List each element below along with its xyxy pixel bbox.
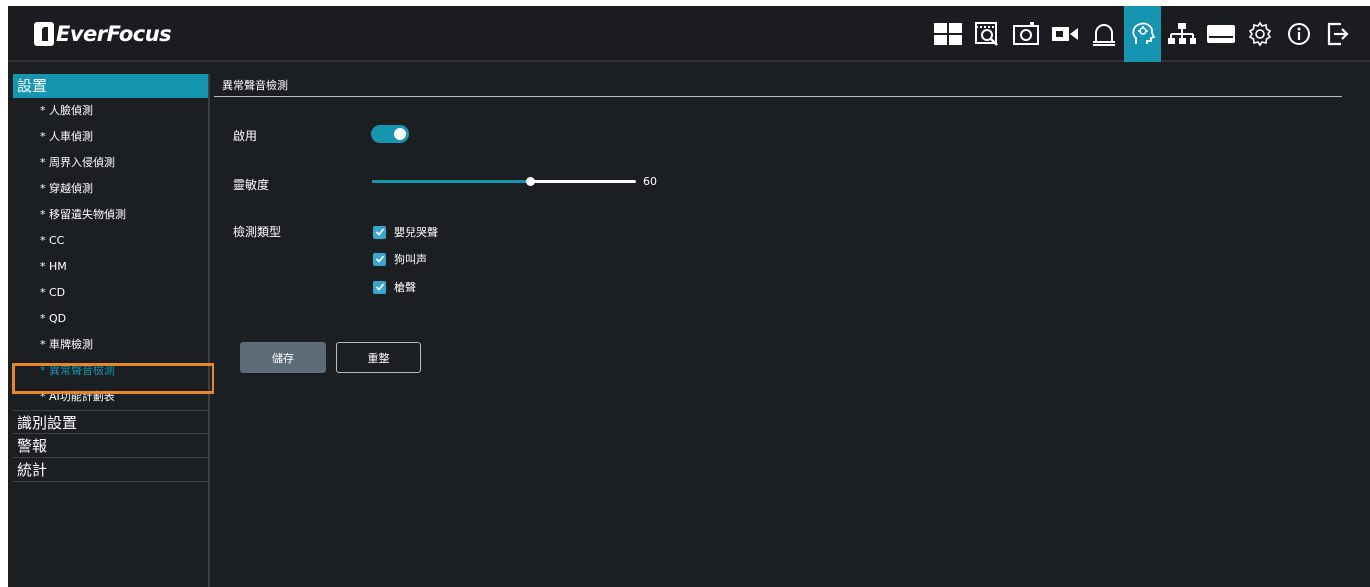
info-button[interactable] [1280, 6, 1317, 62]
sensitivity-slider[interactable] [372, 177, 636, 186]
checkbox-checked-icon[interactable] [373, 225, 386, 239]
sidebar-item-perimeter-intrusion[interactable]: * 周界入侵偵測 [13, 150, 208, 176]
storage-icon [1206, 25, 1235, 43]
detect-type-label: 檢測類型 [233, 225, 282, 239]
network-icon [1167, 23, 1196, 44]
info-icon [1287, 23, 1310, 45]
settings-gear-icon [1248, 21, 1271, 47]
enable-label: 啟用 [233, 129, 258, 143]
reset-button[interactable]: 重整 [336, 342, 421, 373]
ai-settings-button[interactable] [1124, 6, 1161, 62]
alarm-button[interactable] [1085, 6, 1122, 62]
layout-grid-icon [933, 23, 962, 45]
sidebar-group-alarm[interactable]: 警報 [13, 434, 208, 458]
sidebar-item-qd[interactable]: * QD [13, 306, 208, 332]
sidebar-group-settings[interactable]: 設置 [13, 74, 208, 98]
settings-button[interactable] [1241, 6, 1278, 62]
logout-icon [1327, 22, 1349, 46]
top-header: EverFocus [8, 6, 1370, 62]
save-button[interactable]: 儲存 [240, 342, 326, 373]
sidebar-item-license-plate[interactable]: * 車牌檢測 [13, 332, 208, 358]
toggle-knob [394, 128, 406, 140]
checkbox-label: 嬰兒哭聲 [394, 226, 438, 239]
sidebar-item-ai-schedule[interactable]: * AI功能計劃表 [13, 384, 208, 410]
snapshot-button[interactable] [1007, 6, 1044, 62]
checkbox-label: 狗叫声 [394, 253, 427, 266]
enable-toggle[interactable] [371, 125, 409, 143]
everfocus-logo-icon [34, 22, 54, 46]
sensitivity-label: 靈敏度 [233, 178, 270, 192]
storage-button[interactable] [1202, 6, 1239, 62]
playback-search-button[interactable] [968, 6, 1005, 62]
sidebar-item-line-crossing[interactable]: * 穿越偵測 [13, 176, 208, 202]
alarm-bell-icon [1092, 24, 1115, 46]
sidebar-item-cd[interactable]: * CD [13, 280, 208, 306]
main-toolbar [927, 6, 1356, 62]
playback-search-icon [974, 22, 998, 46]
brand-name: EverFocus [56, 22, 172, 46]
settings-sidebar: 設置 * 人臉偵測 * 人車偵測 * 周界入侵偵測 * 穿越偵測 * 移留遺失物… [13, 74, 210, 587]
checkbox-label: 槍聲 [394, 281, 416, 294]
sidebar-item-cc[interactable]: * CC [13, 228, 208, 254]
brand-logo: EverFocus [34, 21, 172, 47]
checkbox-baby-cry[interactable]: 嬰兒哭聲 [373, 224, 438, 240]
checkbox-gunshot[interactable]: 槍聲 [373, 279, 416, 295]
sidebar-group-recognition[interactable]: 識別設置 [13, 410, 208, 434]
sidebar-item-abnormal-sound[interactable]: * 異常聲音檢測 [13, 358, 208, 384]
camera-button[interactable] [1046, 6, 1083, 62]
camera-icon [1051, 27, 1078, 41]
sensitivity-value: 60 [643, 175, 657, 188]
slider-fill [372, 180, 531, 183]
sidebar-item-hm[interactable]: * HM [13, 254, 208, 280]
checkbox-dog-bark[interactable]: 狗叫声 [373, 251, 427, 267]
ai-face-icon [1131, 22, 1155, 44]
panel-title: 異常聲音檢測 [214, 74, 1342, 97]
abnormal-sound-panel: 異常聲音檢測 啟用 靈敏度 60 檢測類型 嬰兒哭聲 狗叫声 槍聲 儲存 重整 [214, 74, 1342, 587]
network-button[interactable] [1163, 6, 1200, 62]
sidebar-group-statistics[interactable]: 統計 [13, 458, 208, 482]
sidebar-item-object-left-missing[interactable]: * 移留遺失物偵測 [13, 202, 208, 228]
checkbox-checked-icon[interactable] [373, 252, 386, 266]
snapshot-icon [1012, 22, 1039, 45]
logout-button[interactable] [1319, 6, 1356, 62]
app-window: EverFocus 設置 * 人臉偵測 * 人車偵測 * 周界入侵偵測 * 穿越… [8, 6, 1370, 587]
sidebar-item-people-vehicle-detection[interactable]: * 人車偵測 [13, 124, 208, 150]
checkbox-checked-icon[interactable] [373, 280, 386, 294]
slider-thumb[interactable] [526, 177, 536, 186]
sidebar-item-face-detection[interactable]: * 人臉偵測 [13, 98, 208, 124]
layout-grid-button[interactable] [929, 6, 966, 62]
